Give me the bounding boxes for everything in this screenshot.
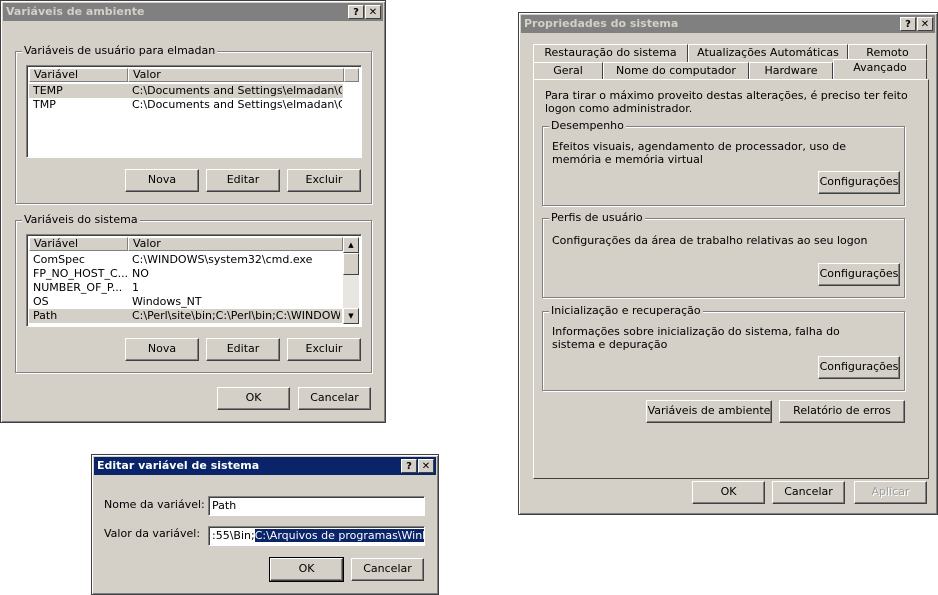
cancel-button[interactable]: Cancelar	[298, 387, 371, 410]
var-value-selection: C:\Arquivos de programas\WinRAR	[254, 529, 424, 542]
performance-description: Efeitos visuais, agendamento de processa…	[552, 140, 847, 166]
var-name: NUMBER_OF_P...	[33, 281, 123, 294]
user-vars-group-label: Variáveis de usuário para elmadan	[22, 44, 218, 57]
tab-general[interactable]: Geral	[533, 62, 603, 80]
var-value: 1	[132, 281, 139, 294]
edit-system-var-dialog: Editar variável de sistema ? ✕ Nome da v…	[91, 454, 439, 595]
var-value: NO	[132, 267, 149, 280]
user-profiles-settings-button[interactable]: Configurações	[818, 263, 900, 286]
column-header-value[interactable]: Valor	[128, 237, 343, 251]
env-vars-title: Variáveis de ambiente	[6, 5, 145, 18]
column-header-filler	[344, 68, 359, 82]
tab-computer-name[interactable]: Nome do computador	[603, 62, 749, 80]
var-value: Windows_NT	[132, 295, 202, 308]
startup-recovery-group: Inicialização e recuperação Informações …	[542, 304, 905, 391]
help-icon[interactable]: ?	[348, 5, 364, 19]
error-reporting-button[interactable]: Relatório de erros	[779, 400, 905, 423]
sys-props-title: Propriedades do sistema	[524, 17, 679, 30]
advanced-tab-panel: Para tirar o máximo proveito destas alte…	[533, 79, 929, 479]
user-vars-list[interactable]: Variável Valor TEMP C:\Documents and Set…	[26, 65, 362, 158]
list-item-path[interactable]: Path C:\Perl\site\bin;C:\Perl\bin;C:\WIN…	[29, 309, 342, 323]
user-profiles-group-label: Perfis de usuário	[549, 211, 645, 224]
var-name-label: Nome da variável:	[104, 498, 205, 511]
apply-button[interactable]: Aplicar	[854, 481, 927, 504]
list-item-tmp[interactable]: TMP C:\Documents and Settings\elmadan\Co…	[29, 98, 343, 112]
cancel-button[interactable]: Cancelar	[772, 481, 845, 504]
var-name: FP_NO_HOST_C...	[33, 267, 127, 280]
column-header-variable[interactable]: Variável	[29, 68, 128, 82]
var-name: Path	[33, 309, 58, 322]
cancel-button[interactable]: Cancelar	[351, 558, 424, 581]
env-vars-dialog: Variáveis de ambiente ? ✕ Variáveis de u…	[0, 0, 386, 423]
var-name-field[interactable]: Path	[208, 496, 425, 516]
ok-button[interactable]: OK	[269, 557, 344, 582]
performance-settings-button[interactable]: Configurações	[818, 171, 900, 194]
startup-recovery-settings-button[interactable]: Configurações	[818, 356, 900, 379]
var-value: C:\Perl\site\bin;C:\Perl\bin;C:\WINDOW..…	[132, 309, 340, 322]
ok-button[interactable]: OK	[692, 481, 765, 504]
var-name: TMP	[33, 98, 56, 111]
column-header-variable[interactable]: Variável	[29, 237, 128, 251]
ok-button[interactable]: OK	[217, 387, 290, 410]
scroll-up-icon[interactable]: ▲	[343, 237, 359, 253]
var-name: ComSpec	[33, 253, 85, 266]
admin-notice: Para tirar o máximo proveito destas alte…	[545, 89, 908, 115]
list-item-fp-no-host[interactable]: FP_NO_HOST_C... NO	[29, 267, 342, 281]
system-vars-group-label: Variáveis do sistema	[22, 213, 140, 226]
env-vars-titlebar[interactable]: Variáveis de ambiente ? ✕	[3, 3, 383, 21]
system-vars-list[interactable]: Variável Valor ComSpec C:\WINDOWS\system…	[26, 234, 362, 327]
performance-group-label: Desempenho	[549, 119, 626, 132]
var-name: TEMP	[33, 84, 63, 97]
var-value-label: Valor da variável:	[104, 527, 201, 540]
startup-recovery-group-label: Inicialização e recuperação	[549, 304, 703, 317]
tab-system-restore[interactable]: Restauração do sistema	[533, 44, 688, 62]
var-name: OS	[33, 295, 49, 308]
user-profiles-group: Perfis de usuário Configurações da área …	[542, 211, 905, 298]
edit-var-titlebar[interactable]: Editar variável de sistema ? ✕	[94, 457, 436, 475]
help-icon[interactable]: ?	[900, 17, 916, 31]
list-item-comspec[interactable]: ComSpec C:\WINDOWS\system32\cmd.exe	[29, 253, 342, 267]
user-delete-button[interactable]: Excluir	[287, 169, 361, 192]
close-icon[interactable]: ✕	[365, 5, 381, 19]
tab-hardware[interactable]: Hardware	[749, 62, 833, 80]
var-value: C:\Documents and Settings\elmadan\Co...	[132, 98, 342, 111]
tab-advanced[interactable]: Avançado	[833, 59, 927, 79]
scroll-thumb[interactable]	[343, 253, 359, 275]
help-icon[interactable]: ?	[401, 459, 417, 473]
scroll-down-icon[interactable]: ▼	[343, 308, 359, 324]
column-header-value[interactable]: Valor	[128, 68, 344, 82]
system-new-button[interactable]: Nova	[125, 338, 199, 361]
edit-var-title: Editar variável de sistema	[97, 459, 260, 472]
var-value-field[interactable]: :55\Bin;C:\Arquivos de programas\WinRAR	[208, 526, 425, 546]
system-vars-scrollbar[interactable]: ▲ ▼	[343, 237, 359, 324]
user-new-button[interactable]: Nova	[125, 169, 199, 192]
system-edit-button[interactable]: Editar	[206, 338, 280, 361]
system-delete-button[interactable]: Excluir	[287, 338, 361, 361]
user-profiles-description: Configurações da área de trabalho relati…	[552, 234, 868, 247]
close-icon[interactable]: ✕	[917, 17, 933, 31]
list-item-number-of-processors[interactable]: NUMBER_OF_P... 1	[29, 281, 342, 295]
var-value-text: :55\Bin;	[212, 529, 255, 542]
sys-props-titlebar[interactable]: Propriedades do sistema ? ✕	[521, 15, 935, 33]
user-edit-button[interactable]: Editar	[206, 169, 280, 192]
environment-variables-button[interactable]: Variáveis de ambiente	[646, 400, 772, 423]
close-icon[interactable]: ✕	[418, 459, 434, 473]
system-properties-dialog: Propriedades do sistema ? ✕ Restauração …	[518, 12, 938, 515]
startup-recovery-description: Informações sobre inicialização do siste…	[552, 325, 840, 351]
tab-automatic-updates[interactable]: Atualizações Automáticas	[688, 44, 848, 62]
performance-group: Desempenho Efeitos visuais, agendamento …	[542, 119, 905, 206]
list-item-temp[interactable]: TEMP C:\Documents and Settings\elmadan\C…	[29, 84, 343, 98]
var-value: C:\Documents and Settings\elmadan\Co...	[132, 84, 342, 97]
list-item-os[interactable]: OS Windows_NT	[29, 295, 342, 309]
var-value: C:\WINDOWS\system32\cmd.exe	[132, 253, 313, 266]
